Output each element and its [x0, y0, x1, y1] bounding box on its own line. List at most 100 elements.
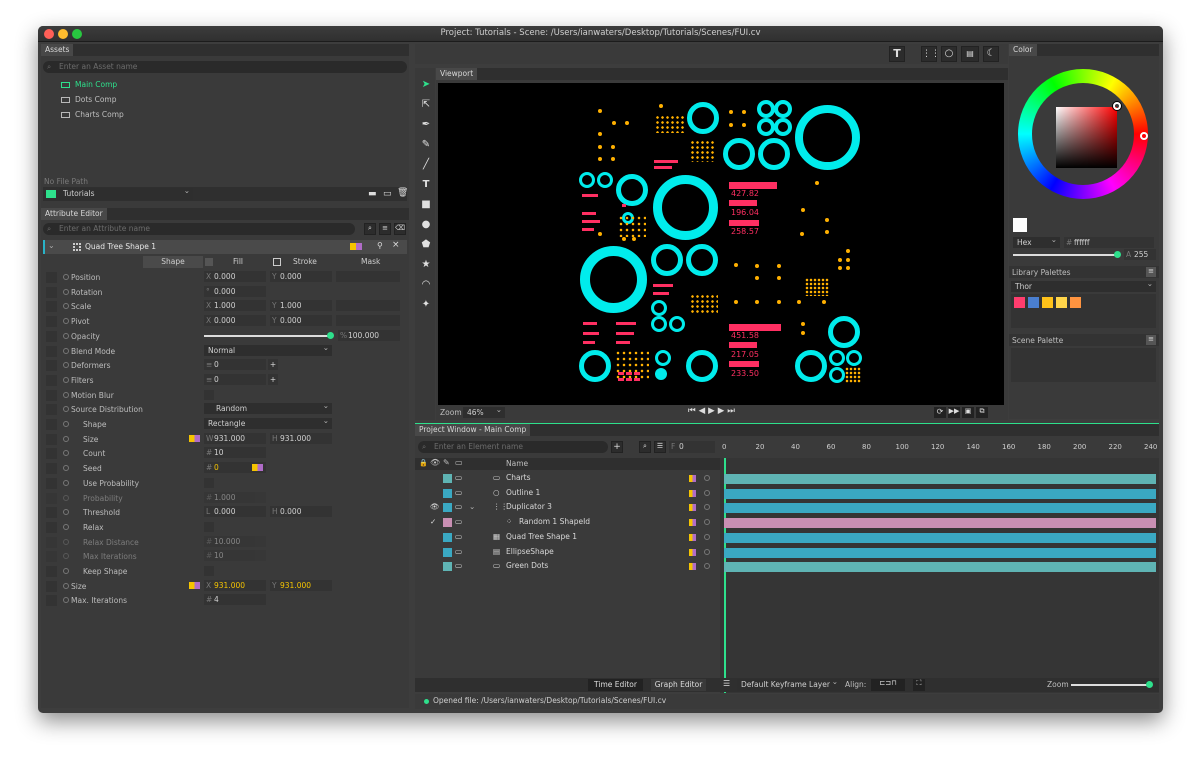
deformers-field[interactable]: ≡ 0: [204, 359, 266, 371]
animate-checkbox[interactable]: [46, 507, 57, 519]
keyframe-dot[interactable]: [63, 582, 69, 589]
alpha-slider-handle[interactable]: [1114, 251, 1121, 258]
attribute-search-input[interactable]: ⌕ Enter an Attribute name: [43, 223, 355, 235]
swatch[interactable]: [1070, 297, 1081, 308]
threshold-l-field[interactable]: L 0.000: [204, 506, 266, 518]
animate-checkbox[interactable]: [46, 272, 57, 283]
keyframe-dot[interactable]: [63, 538, 69, 545]
animate-checkbox[interactable]: [46, 360, 57, 372]
tab-attribute-editor[interactable]: Attribute Editor: [41, 208, 107, 220]
text-tool-icon[interactable]: T: [889, 46, 905, 62]
sparkle-tool-icon[interactable]: ✦: [420, 298, 432, 312]
project-select[interactable]: Tutorials: [59, 185, 193, 200]
layer-tag-icon[interactable]: ▭: [455, 471, 462, 486]
color-picker-handle[interactable]: [1113, 102, 1121, 110]
swatch[interactable]: [1028, 297, 1039, 308]
current-color-swatch[interactable]: [1013, 218, 1027, 232]
stroke-toggle[interactable]: [273, 258, 281, 266]
timeline-zoom-handle[interactable]: [1146, 681, 1153, 688]
relax-checkbox[interactable]: [204, 521, 214, 532]
layer-tag-icon[interactable]: ▭: [455, 486, 462, 501]
keyframe-dot[interactable]: [63, 553, 69, 560]
menu-icon[interactable]: ≡: [1146, 335, 1156, 345]
motion-blur-checkbox[interactable]: [204, 389, 214, 400]
time-editor-button[interactable]: Time Editor: [588, 679, 643, 691]
keyframe-dot[interactable]: [63, 347, 69, 354]
keyframe-icon[interactable]: [689, 563, 696, 571]
solo-dot[interactable]: [704, 504, 710, 511]
collapse-icon[interactable]: ⌄: [48, 241, 55, 250]
opacity-slider-handle[interactable]: [327, 331, 334, 339]
keyframe-dot[interactable]: [63, 421, 69, 427]
keyframe-dot[interactable]: [63, 435, 69, 442]
rectangle-tool-icon[interactable]: ■: [420, 198, 432, 212]
keyframe-dot[interactable]: [63, 274, 69, 280]
asset-item-charts-comp[interactable]: Charts Comp: [61, 108, 124, 121]
animate-checkbox[interactable]: [46, 536, 57, 548]
layer-tag-icon[interactable]: ▭: [455, 500, 462, 515]
layer-bar[interactable]: [724, 474, 1156, 484]
align-buttons[interactable]: ⊏⊐⊓: [871, 679, 905, 691]
tag-icon[interactable]: ▭: [455, 458, 463, 467]
palette-select[interactable]: Thor: [1011, 278, 1156, 292]
text-tool-icon[interactable]: T: [420, 178, 432, 192]
keyframe-layer-select[interactable]: Default Keyframe Layer: [737, 676, 841, 691]
trash-icon[interactable]: 🗑: [397, 188, 408, 198]
keyframe-icon[interactable]: [252, 464, 263, 472]
layer-bar[interactable]: [724, 547, 1156, 558]
add-deformer-button[interactable]: +: [268, 359, 278, 371]
column-fill[interactable]: Fill: [233, 256, 243, 268]
layer-bar[interactable]: [724, 562, 1156, 573]
rotation-field[interactable]: ° 0.000: [204, 285, 266, 297]
size-h-field[interactable]: H 931.000: [270, 432, 332, 444]
solo-dot[interactable]: [704, 548, 710, 555]
polygon-tool-icon[interactable]: ⬟: [420, 238, 432, 252]
filters-field[interactable]: ≡ 0: [204, 373, 266, 385]
size-w-field[interactable]: W 931.000: [204, 432, 266, 444]
pin-icon[interactable]: ⚲: [377, 241, 383, 250]
animate-checkbox[interactable]: [46, 374, 57, 386]
keep-shape-checkbox[interactable]: [204, 566, 214, 576]
film-icon[interactable]: ▤: [961, 46, 979, 62]
source-distribution-select[interactable]: Random: [204, 400, 332, 415]
keyframe-dot[interactable]: [63, 597, 69, 604]
star-tool-icon[interactable]: ★: [420, 258, 432, 272]
animate-checkbox[interactable]: [46, 433, 57, 445]
keyframe-dot[interactable]: [63, 303, 69, 310]
close-icon[interactable]: ×: [392, 240, 400, 250]
hue-handle[interactable]: [1140, 132, 1148, 140]
keyframe-dot[interactable]: [63, 568, 69, 574]
count-field[interactable]: #10: [204, 447, 266, 459]
alpha-slider[interactable]: [1013, 254, 1118, 256]
attribute-options-button[interactable]: ≡: [379, 223, 391, 235]
graph-editor-button[interactable]: Graph Editor: [651, 679, 706, 691]
add-element-button[interactable]: +: [611, 441, 623, 453]
tab-project-window[interactable]: Project Window - Main Comp: [415, 424, 531, 436]
hex-field[interactable]: # ffffff: [1064, 237, 1154, 248]
fill-toggle[interactable]: [205, 258, 213, 266]
select-tool-icon[interactable]: ➤: [420, 78, 432, 92]
fullscreen-icon[interactable]: ⧉: [976, 407, 988, 418]
opacity-field[interactable]: % 100.000: [338, 329, 400, 341]
animate-checkbox[interactable]: [46, 389, 57, 401]
layer-row[interactable]: ▭ ▦ Quad Tree Shape 1: [415, 530, 720, 545]
lock-icon[interactable]: 🔒: [419, 459, 428, 467]
animate-checkbox[interactable]: [46, 301, 57, 313]
animate-checkbox[interactable]: [46, 316, 57, 328]
element-search-input[interactable]: ⌕ Enter an Element name: [418, 441, 608, 453]
layer-bar[interactable]: [724, 488, 1156, 499]
solo-dot[interactable]: [704, 475, 710, 481]
animate-checkbox[interactable]: [46, 595, 57, 607]
grid-icon[interactable]: ⋮⋮: [921, 46, 940, 62]
solo-dot[interactable]: [704, 519, 710, 526]
add-filter-button[interactable]: +: [268, 373, 278, 385]
column-stroke[interactable]: Stroke: [293, 256, 317, 268]
layer-row[interactable]: ▭ ▤ EllipseShape: [415, 545, 720, 560]
timeline-area[interactable]: [720, 458, 1159, 693]
zoom-select[interactable]: 46%: [463, 404, 505, 418]
animate-checkbox[interactable]: [46, 566, 57, 577]
list-icon[interactable]: ☰: [723, 679, 735, 691]
canvas[interactable]: 427.82 196.04 258.57 451.58 217.05 233.5…: [438, 83, 1004, 405]
playback-controls[interactable]: ⏮◀▶▶⏭: [688, 406, 738, 416]
layer-tag-icon[interactable]: ▭: [455, 515, 462, 530]
